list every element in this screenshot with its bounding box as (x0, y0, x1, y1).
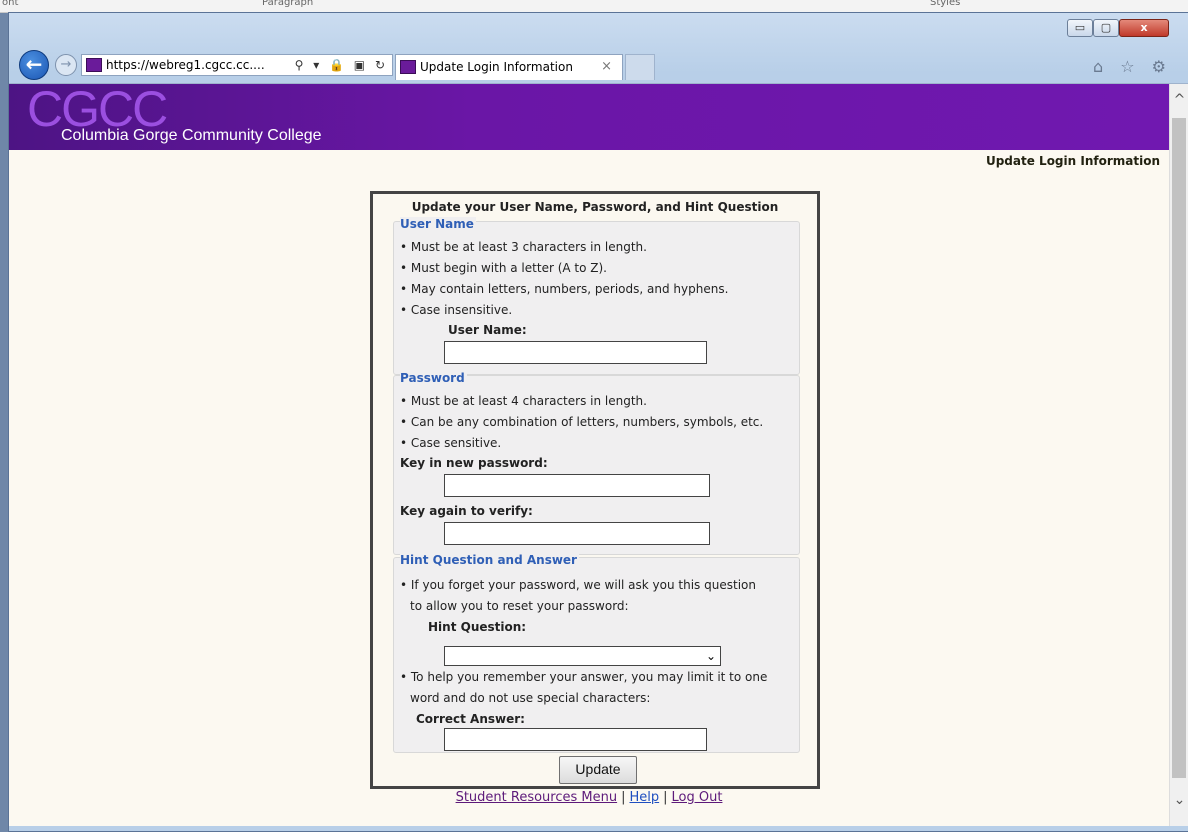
username-label: User Name: (448, 323, 527, 337)
correct-answer-input[interactable] (444, 728, 707, 751)
password-legend: Password (400, 371, 467, 385)
tab-title: Update Login Information (420, 60, 573, 74)
page-viewport: CGCC Columbia Gorge Community College Up… (9, 83, 1188, 826)
password-rule-3: • Case sensitive. (400, 436, 502, 450)
address-bar-icons[interactable]: ⚲ ▾ 🔒 ▣ ↻ (295, 55, 388, 75)
new-tab-button[interactable] (625, 54, 655, 80)
vertical-scrollbar[interactable]: ^ ⌄ (1169, 84, 1188, 826)
username-legend: User Name (400, 217, 476, 231)
hint-legend: Hint Question and Answer (400, 553, 579, 567)
scroll-up-icon[interactable]: ^ (1170, 92, 1188, 108)
username-rule-2: • Must begin with a letter (A to Z). (400, 261, 607, 275)
scrollbar-thumb[interactable] (1172, 118, 1186, 778)
hint-rule-1-line-1: • If you forget your password, we will a… (400, 578, 756, 592)
address-text: https://webreg1.cgcc.cc.... (106, 58, 265, 72)
hint-question-label: Hint Question: (428, 620, 527, 634)
close-window-button[interactable]: x (1119, 19, 1169, 37)
back-button[interactable]: ← (19, 50, 49, 80)
college-name: Columbia Gorge Community College (61, 127, 322, 144)
browser-window: ▭ ▢ x ← → https://webreg1.cgcc.cc.... ⚲ … (8, 12, 1188, 832)
verify-password-input[interactable] (444, 522, 710, 545)
student-resources-menu-link[interactable]: Student Resources Menu (456, 790, 618, 805)
hint-question-select[interactable]: ⌄ (444, 646, 721, 666)
maximize-button[interactable]: ▢ (1093, 19, 1119, 37)
ribbon-label-font: ont (2, 0, 19, 8)
tab-update-login-information[interactable]: Update Login Information × (395, 54, 623, 80)
password-section: Password • Must be at least 4 characters… (393, 371, 800, 555)
new-password-input[interactable] (444, 474, 710, 497)
footer-links: Student Resources Menu | Help | Log Out (9, 790, 1169, 805)
college-banner: CGCC Columbia Gorge Community College (9, 84, 1169, 150)
tab-favicon-icon (400, 59, 416, 74)
hint-rule-2-line-2: word and do not use special characters: (410, 691, 651, 705)
scroll-down-icon[interactable]: ⌄ (1170, 792, 1188, 808)
update-button[interactable]: Update (559, 756, 637, 784)
correct-answer-label: Correct Answer: (416, 712, 525, 726)
address-bar[interactable]: https://webreg1.cgcc.cc.... ⚲ ▾ 🔒 ▣ ↻ (81, 54, 393, 76)
username-rule-3: • May contain letters, numbers, periods,… (400, 282, 729, 296)
log-out-link[interactable]: Log Out (672, 790, 723, 805)
username-input[interactable] (444, 341, 707, 364)
navigation-bar: ← → https://webreg1.cgcc.cc.... ⚲ ▾ 🔒 ▣ … (9, 47, 1188, 83)
password-rule-2: • Can be any combination of letters, num… (400, 415, 764, 429)
footer-separator: | (663, 790, 668, 805)
username-rule-1: • Must be at least 3 characters in lengt… (400, 240, 647, 254)
username-section: User Name • Must be at least 3 character… (393, 217, 800, 375)
browser-toolbar-icons[interactable]: ⌂ ☆ ⚙ (1093, 57, 1172, 76)
username-rule-4: • Case insensitive. (400, 303, 513, 317)
password-rule-1: • Must be at least 4 characters in lengt… (400, 394, 647, 408)
update-login-form: Update your User Name, Password, and Hin… (370, 191, 820, 789)
help-link[interactable]: Help (629, 790, 659, 805)
ribbon-label-paragraph: Paragraph (262, 0, 314, 8)
address-prefix: https:// (106, 58, 150, 72)
chevron-down-icon: ⌄ (705, 649, 716, 663)
form-title: Update your User Name, Password, and Hin… (411, 200, 779, 214)
title-bar: ▭ ▢ x (9, 13, 1188, 47)
verify-password-label: Key again to verify: (400, 504, 533, 518)
address-host: webreg1.cgcc.cc.... (149, 58, 265, 72)
footer-separator: | (621, 790, 626, 805)
tab-close-icon[interactable]: × (601, 55, 612, 79)
forward-button[interactable]: → (55, 54, 77, 76)
minimize-button[interactable]: ▭ (1067, 19, 1093, 37)
site-favicon-icon (86, 57, 102, 72)
hint-rule-2-line-1: • To help you remember your answer, you … (400, 670, 768, 684)
page-title: Update Login Information (985, 154, 1160, 168)
hint-section: Hint Question and Answer • If you forget… (393, 553, 800, 753)
hint-rule-1-line-2: to allow you to reset your password: (410, 599, 629, 613)
ribbon-label-styles: Styles (930, 0, 961, 8)
new-password-label: Key in new password: (400, 456, 548, 470)
